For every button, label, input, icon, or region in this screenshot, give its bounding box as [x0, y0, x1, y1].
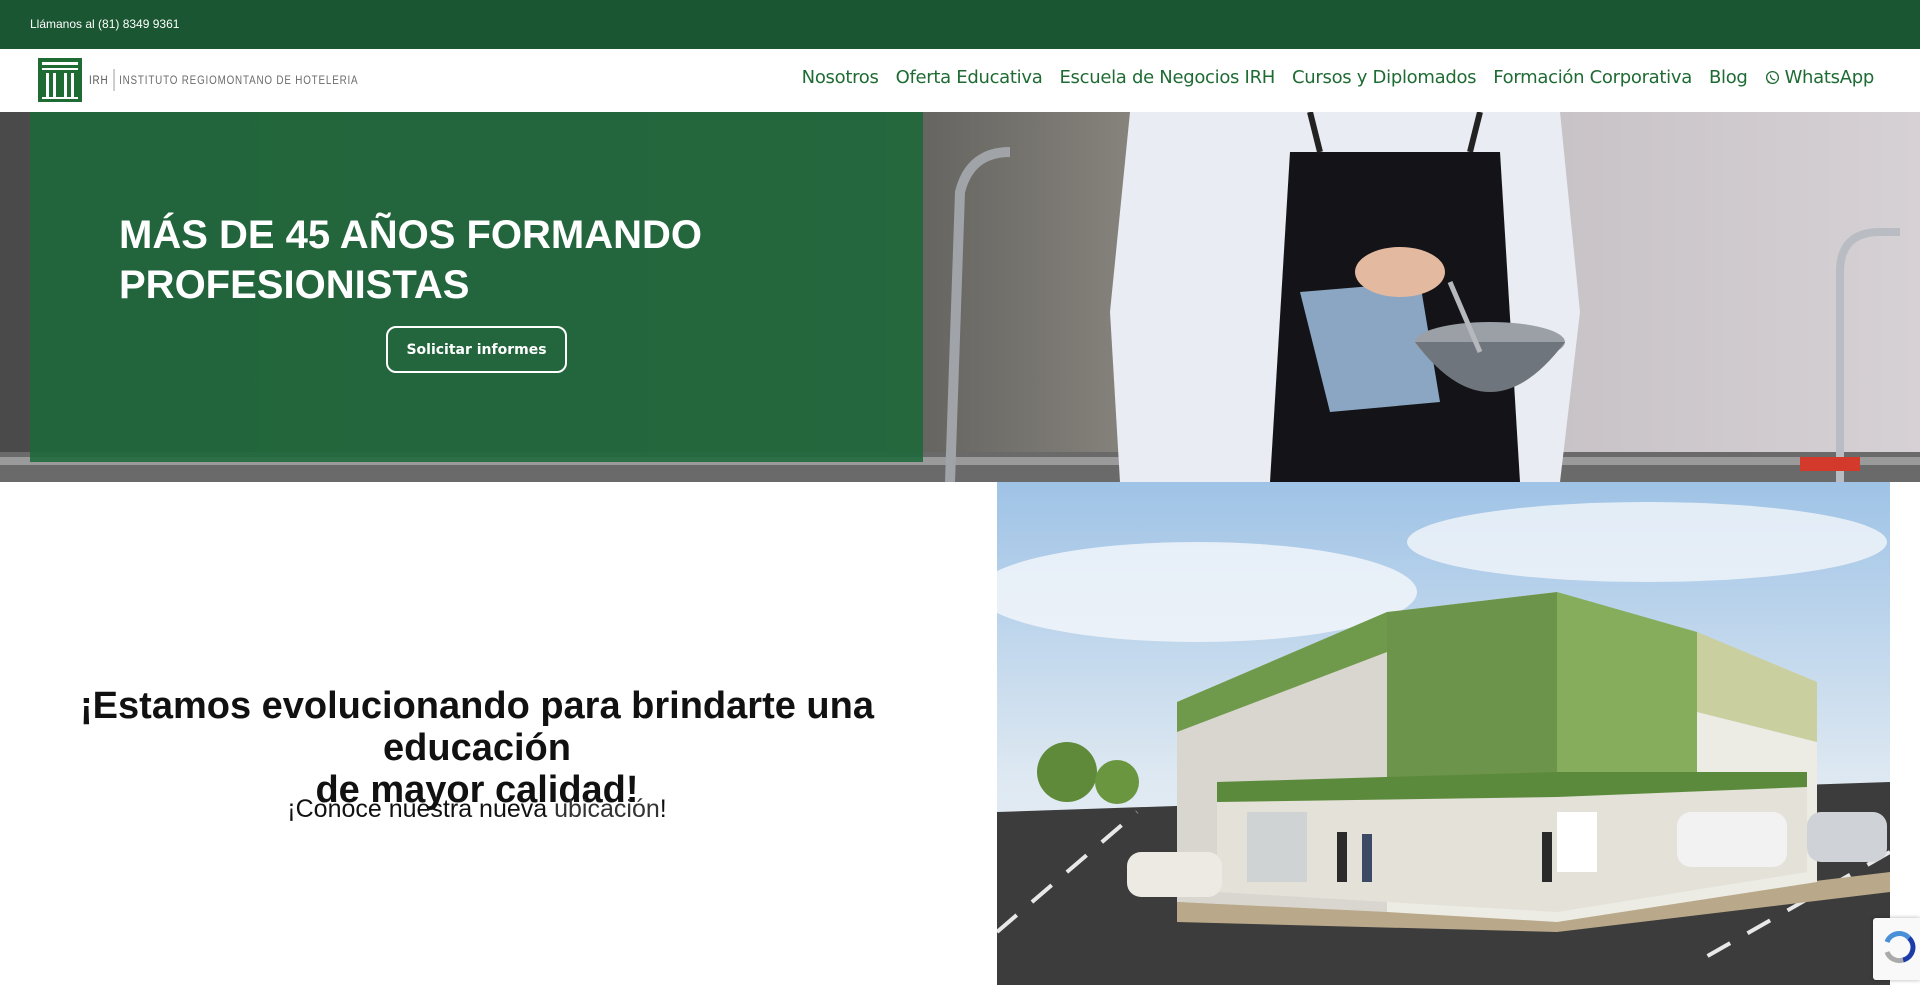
- location-link[interactable]: ubicación: [554, 795, 660, 823]
- logo-abbr: IRH: [89, 73, 109, 87]
- phone-text[interactable]: Llámanos al (81) 8349 9361: [30, 17, 179, 31]
- logo-text: IRH INSTITUTO REGIOMONTANO DE HOTELERIA: [89, 69, 358, 91]
- promo-heading-bold: educación: [383, 727, 571, 769]
- site-header: IRH INSTITUTO REGIOMONTANO DE HOTELERIA …: [0, 49, 1920, 112]
- promo-subtitle: ¡Conoce nuestra nueva ubicación!: [0, 795, 954, 824]
- hero-banner: MÁS DE 45 AÑOS FORMANDO PROFESIONISTAS S…: [0, 112, 1920, 482]
- nav-item-cursos-diplomados[interactable]: Cursos y Diplomados: [1292, 67, 1477, 88]
- campus-rendering: [997, 482, 1890, 985]
- nav-item-whatsapp[interactable]: WhatsApp: [1765, 67, 1874, 88]
- nav-item-formacion-corporativa[interactable]: Formación Corporativa: [1493, 67, 1692, 88]
- whatsapp-icon: [1765, 70, 1779, 85]
- nav-item-blog[interactable]: Blog: [1709, 67, 1748, 88]
- logo-name: INSTITUTO REGIOMONTANO DE HOTELERIA: [119, 73, 359, 87]
- recaptcha-badge[interactable]: [1873, 918, 1920, 980]
- recaptcha-icon: [1884, 931, 1916, 964]
- nav-item-escuela-negocios[interactable]: Escuela de Negocios IRH: [1059, 67, 1275, 88]
- site-logo[interactable]: IRH INSTITUTO REGIOMONTANO DE HOTELERIA: [38, 57, 418, 103]
- promo-heading-prefix: ¡Estamos evolucionando para brindarte un…: [80, 685, 874, 727]
- nav-item-nosotros[interactable]: Nosotros: [802, 67, 879, 88]
- promo-section: ¡Estamos evolucionando para brindarte un…: [0, 482, 996, 985]
- nav-item-oferta-educativa[interactable]: Oferta Educativa: [896, 67, 1043, 88]
- request-info-button[interactable]: Solicitar informes: [386, 326, 567, 373]
- whatsapp-label: WhatsApp: [1784, 67, 1875, 88]
- irh-logo-icon: [38, 58, 82, 102]
- promo-heading: ¡Estamos evolucionando para brindarte un…: [0, 685, 954, 811]
- logo-divider: [113, 69, 115, 91]
- main-nav: Nosotros Oferta Educativa Escuela de Neg…: [785, 67, 1875, 88]
- promo-sub-prefix: ¡Conoce nuestra nueva: [287, 795, 555, 823]
- new-campus-image: [997, 482, 1890, 985]
- hero-title: MÁS DE 45 AÑOS FORMANDO PROFESIONISTAS: [119, 213, 703, 307]
- promo-sub-suffix: !: [659, 795, 667, 823]
- top-bar: Llámanos al (81) 8349 9361: [0, 0, 1920, 49]
